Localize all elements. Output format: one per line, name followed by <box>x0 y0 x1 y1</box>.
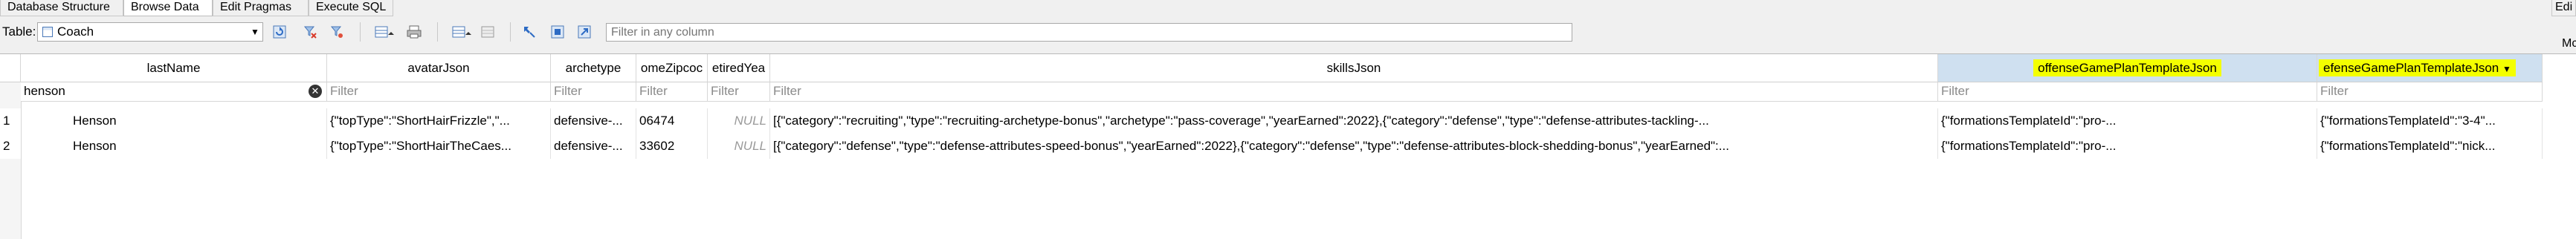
grid-corner[interactable] <box>0 54 21 82</box>
table-icon <box>42 27 53 37</box>
filter-retiredyear[interactable] <box>708 82 770 102</box>
table-cell[interactable]: {"topType":"ShortHairTheCaes... <box>327 134 551 159</box>
side-panel-label: Mc <box>2562 37 2576 50</box>
table-cell[interactable]: {"formationsTemplateId":"pro-... <box>1938 108 2317 134</box>
filter-skillsjson[interactable] <box>770 82 1938 102</box>
column-header-defense-game-plan[interactable]: efenseGamePlanTemplateJson ▼ <box>2317 54 2543 82</box>
global-filter-input[interactable] <box>606 23 1572 42</box>
table-cell[interactable]: 33602 <box>636 134 708 159</box>
row-number[interactable]: 2 <box>0 134 21 159</box>
table-cell[interactable]: {"formationsTemplateId":"pro-... <box>1938 134 2317 159</box>
highlighted-header-label: offenseGamePlanTemplateJson <box>2033 59 2221 76</box>
clear-filters-icon[interactable] <box>300 22 320 42</box>
tab-edit-pragmas[interactable]: Edit Pragmas <box>213 0 309 16</box>
delete-record-icon[interactable] <box>478 22 497 42</box>
tab-browse-data[interactable]: Browse Data <box>123 0 213 16</box>
sort-descending-icon: ▼ <box>2502 64 2511 74</box>
table-cell[interactable]: [{"category":"defense","type":"defense-a… <box>770 134 1938 159</box>
filter-archetype[interactable] <box>551 82 636 102</box>
table-label: Table: <box>2 24 36 39</box>
row-number[interactable]: 1 <box>0 108 21 134</box>
filter-input-retiredyear[interactable] <box>708 82 769 100</box>
table-cell[interactable]: Henson <box>21 134 327 159</box>
tab-database-structure[interactable]: Database Structure <box>0 0 123 16</box>
table-cell[interactable]: defensive-... <box>551 134 636 159</box>
highlighted-header-label: efenseGamePlanTemplateJson ▼ <box>2319 59 2516 76</box>
column-header-avatarjson[interactable]: avatarJson <box>327 54 551 82</box>
refresh-icon[interactable] <box>270 22 289 42</box>
filter-offense-game-plan[interactable] <box>1938 82 2317 102</box>
filter-input-lastname[interactable] <box>21 82 307 100</box>
table-cell[interactable]: 06474 <box>636 108 708 134</box>
print-icon[interactable] <box>404 22 424 42</box>
save-table-icon[interactable] <box>327 22 346 42</box>
table-cell[interactable]: {"formationsTemplateId":"3-4"... <box>2317 108 2543 134</box>
column-header-skillsjson[interactable]: skillsJson <box>770 54 1938 82</box>
chevron-down-icon: ▼ <box>251 27 259 37</box>
table-cell[interactable]: {"topType":"ShortHairFrizzle","... <box>327 108 551 134</box>
table-select[interactable]: Coach ▼ <box>37 22 263 42</box>
table-cell[interactable]: {"formationsTemplateId":"nick... <box>2317 134 2543 159</box>
table-cell[interactable]: [{"category":"recruiting","type":"recrui… <box>770 108 1938 134</box>
column-header-lastname[interactable]: lastName <box>21 54 327 82</box>
filter-lastname[interactable]: ✕ <box>21 82 327 102</box>
new-record-icon[interactable] <box>449 22 476 42</box>
filter-input-archetype[interactable] <box>551 82 636 100</box>
filter-homezipcode[interactable] <box>636 82 708 102</box>
table-select-value: Coach <box>57 24 94 39</box>
column-header-archetype[interactable]: archetype <box>551 54 636 82</box>
table-cell-null[interactable]: NULL <box>708 108 770 134</box>
tab-execute-sql[interactable]: Execute SQL <box>309 0 393 16</box>
filter-avatarjson[interactable] <box>327 82 551 102</box>
clear-filter-icon[interactable]: ✕ <box>309 85 322 98</box>
column-header-retiredyear[interactable]: etiredYea <box>708 54 770 82</box>
data-grid: lastName avatarJson archetype omeZipcoc … <box>0 53 2576 239</box>
filter-input-defense-game-plan[interactable] <box>2317 82 2542 100</box>
table-cell[interactable]: defensive-... <box>551 108 636 134</box>
filter-input-avatarjson[interactable] <box>327 82 550 100</box>
insert-record-icon[interactable] <box>372 22 398 42</box>
find-icon[interactable] <box>520 22 539 42</box>
tab-edit-cell[interactable]: Edi <box>2551 0 2576 16</box>
table-cell[interactable]: Henson <box>21 108 327 134</box>
export-icon[interactable] <box>575 22 594 42</box>
filter-input-skillsjson[interactable] <box>770 82 1937 100</box>
table-cell-null[interactable]: NULL <box>708 134 770 159</box>
filter-input-homezipcode[interactable] <box>636 82 707 100</box>
column-header-homezipcode[interactable]: omeZipcoc <box>636 54 708 82</box>
filter-input-offense-game-plan[interactable] <box>1938 82 2317 100</box>
filter-defense-game-plan[interactable] <box>2317 82 2543 102</box>
find-replace-icon[interactable] <box>548 22 567 42</box>
column-header-offense-game-plan[interactable]: offenseGamePlanTemplateJson <box>1938 54 2317 82</box>
